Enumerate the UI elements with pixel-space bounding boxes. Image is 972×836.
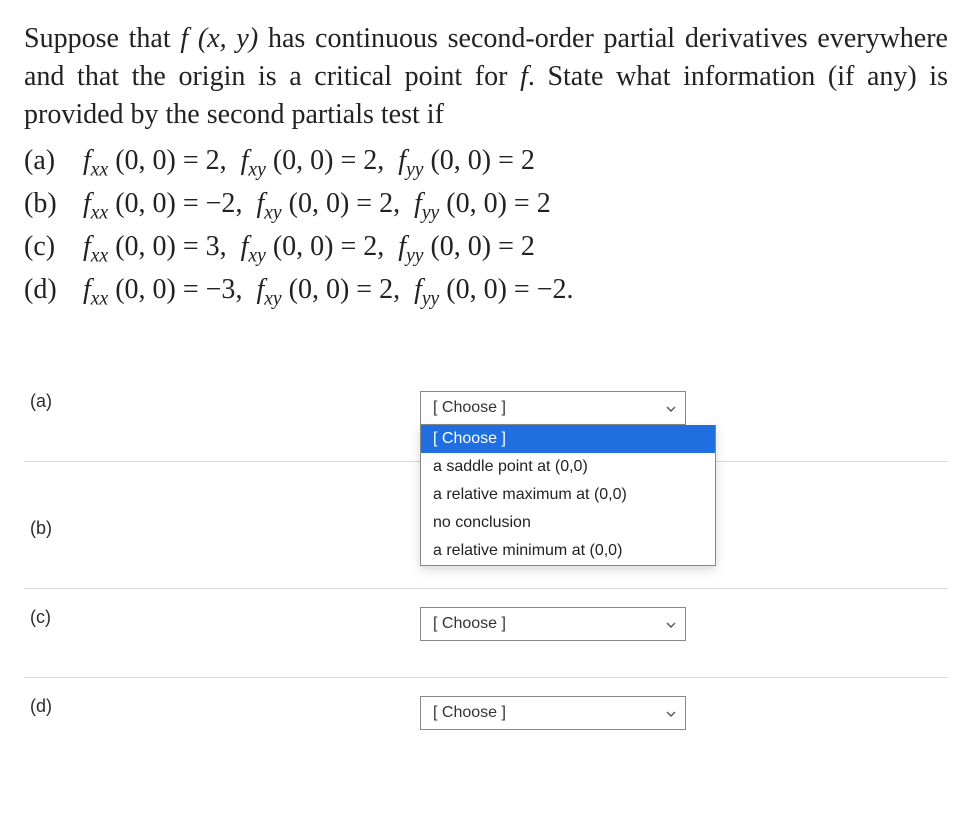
part-d-label: (d) [24,270,76,309]
answer-select-d-value: [ Choose ] [433,704,506,721]
answer-row-a: (a) [ Choose ] [ Choose ] a saddle point… [24,373,948,462]
dropdown-option[interactable]: a relative maximum at (0,0) [421,481,715,509]
chevron-down-icon [665,708,675,718]
answer-label-b: (b) [24,518,420,539]
answer-row-c: (c) [ Choose ] [24,589,948,678]
problem-statement: Suppose that f (x, y) has continuous sec… [24,20,948,133]
answer-select-a-value: [ Choose ] [433,399,506,416]
part-a-fxx: 2 [206,145,220,176]
dropdown-option[interactable]: [ Choose ] [421,425,715,453]
part-b-fxy: 2 [379,188,393,219]
part-d-fxy: 2 [379,274,393,305]
answer-select-d[interactable]: [ Choose ] [420,696,686,730]
answer-select-c[interactable]: [ Choose ] [420,607,686,641]
dropdown-option[interactable]: a saddle point at (0,0) [421,453,715,481]
part-c-fxy: 2 [363,231,377,262]
part-a-fxy: 2 [363,145,377,176]
part-c-fxx: 3 [206,231,220,262]
part-b-fxx: −2 [206,188,236,219]
answer-dropdown-a: [ Choose ] a saddle point at (0,0) a rel… [420,425,716,566]
chevron-down-icon [665,619,675,629]
answer-row-d: (d) [ Choose ] [24,678,948,742]
prompt-fxy: f (x, y) [180,23,258,54]
part-c-label: (c) [24,227,76,266]
dropdown-option[interactable]: a relative minimum at (0,0) [421,537,715,565]
part-c-fyy: 2 [521,231,535,262]
part-b-label: (b) [24,184,76,223]
part-d-fyy: −2 [537,274,567,305]
part-d-fxx: −3 [206,274,236,305]
part-d-equation: (d) fxx (0, 0) = −3, fxy (0, 0) = 2, fyy… [24,270,948,313]
prompt-text-1: Suppose that [24,23,180,54]
answer-label-c: (c) [24,607,420,628]
part-c-equation: (c) fxx (0, 0) = 3, fxy (0, 0) = 2, fyy … [24,227,948,270]
answer-select-c-value: [ Choose ] [433,615,506,632]
answer-label-d: (d) [24,696,420,717]
answer-area: (a) [ Choose ] [ Choose ] a saddle point… [24,373,948,742]
chevron-down-icon [665,403,675,413]
part-a-label: (a) [24,141,76,180]
answer-label-a: (a) [24,391,420,412]
answer-select-a[interactable]: [ Choose ] [420,391,686,425]
part-a-fyy: 2 [521,145,535,176]
part-a-equation: (a) fxx (0, 0) = 2, fxy (0, 0) = 2, fyy … [24,141,948,184]
part-b-fyy: 2 [537,188,551,219]
dropdown-option[interactable]: no conclusion [421,509,715,537]
part-b-equation: (b) fxx (0, 0) = −2, fxy (0, 0) = 2, fyy… [24,184,948,227]
prompt-f: f [520,61,528,92]
